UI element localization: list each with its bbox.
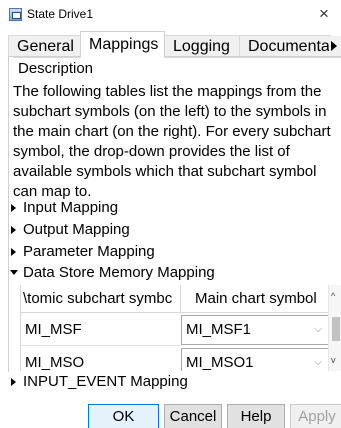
tab-documentation[interactable]: Documentati (239, 35, 331, 57)
tab-strip: General Mappings Logging Documentati (8, 31, 341, 58)
description-group: Description The following tables list th… (13, 57, 341, 200)
dialog-button-bar: OK Cancel Help Apply (0, 396, 341, 428)
tab-mappings[interactable]: Mappings (80, 31, 165, 58)
app-window-icon (9, 8, 22, 21)
cancel-button[interactable]: Cancel (164, 404, 222, 428)
expand-triangle-icon (11, 203, 16, 212)
section-parameter-mapping[interactable]: Parameter Mapping (9, 242, 155, 262)
ok-button[interactable]: OK (88, 404, 159, 428)
close-button[interactable]: × (313, 3, 335, 25)
tab-logging[interactable]: Logging (164, 35, 240, 57)
tab-general[interactable]: General (8, 35, 81, 57)
dropdown-value: MI_MSF1 (186, 321, 252, 338)
main-chart-symbol-dropdown[interactable]: MI_MSO1 ⌵ (181, 348, 329, 371)
collapse-triangle-icon (10, 269, 18, 275)
title-bar: State Drive1 × (0, 0, 341, 32)
section-label: Output Mapping (23, 221, 130, 238)
section-label: Parameter Mapping (23, 243, 155, 260)
column-header-main-chart-symbol[interactable]: Main chart symbol (181, 285, 329, 313)
dropdown-value: MI_MSO1 (186, 354, 254, 371)
chevron-down-icon: ⌵ (314, 357, 322, 368)
column-header-subchart-symbol[interactable]: \tomic subchart symbc (21, 285, 181, 313)
apply-button[interactable]: Apply (290, 404, 341, 428)
tab-scroll-right-button[interactable] (329, 36, 341, 56)
section-label: Input Mapping (23, 199, 119, 216)
description-label: Description (18, 60, 94, 77)
scroll-up-icon[interactable]: ^ (331, 291, 335, 301)
data-store-mapping-table: \tomic subchart symbc Main chart symbol … (20, 285, 341, 371)
section-data-store-memory-mapping[interactable]: Data Store Memory Mapping (9, 263, 215, 283)
description-text: The following tables list the mappings f… (13, 83, 331, 200)
mappings-panel: Description The following tables list th… (8, 56, 341, 390)
scroll-down-icon[interactable]: v (331, 355, 336, 365)
expand-triangle-icon (11, 225, 16, 234)
help-button[interactable]: Help (227, 404, 285, 428)
section-label: Data Store Memory Mapping (23, 264, 215, 281)
expand-triangle-icon (11, 247, 16, 256)
expand-triangle-icon (11, 377, 16, 386)
scrollbar-thumb[interactable] (332, 317, 340, 341)
window-title: State Drive1 (27, 7, 94, 21)
main-chart-symbol-dropdown[interactable]: MI_MSF1 ⌵ (181, 315, 329, 345)
table-cell-subchart-symbol: MI_MSO (21, 347, 181, 371)
chevron-down-icon: ⌵ (314, 324, 322, 335)
section-input-event-mapping[interactable]: INPUT_EVENT Mapping (9, 372, 188, 392)
section-label: INPUT_EVENT Mapping (23, 373, 188, 390)
table-cell-subchart-symbol: MI_MSF (21, 314, 181, 346)
section-output-mapping[interactable]: Output Mapping (9, 220, 130, 240)
section-input-mapping[interactable]: Input Mapping (9, 198, 118, 218)
table-vertical-scrollbar[interactable]: ^ v (328, 285, 341, 371)
triangle-right-icon (331, 41, 337, 51)
